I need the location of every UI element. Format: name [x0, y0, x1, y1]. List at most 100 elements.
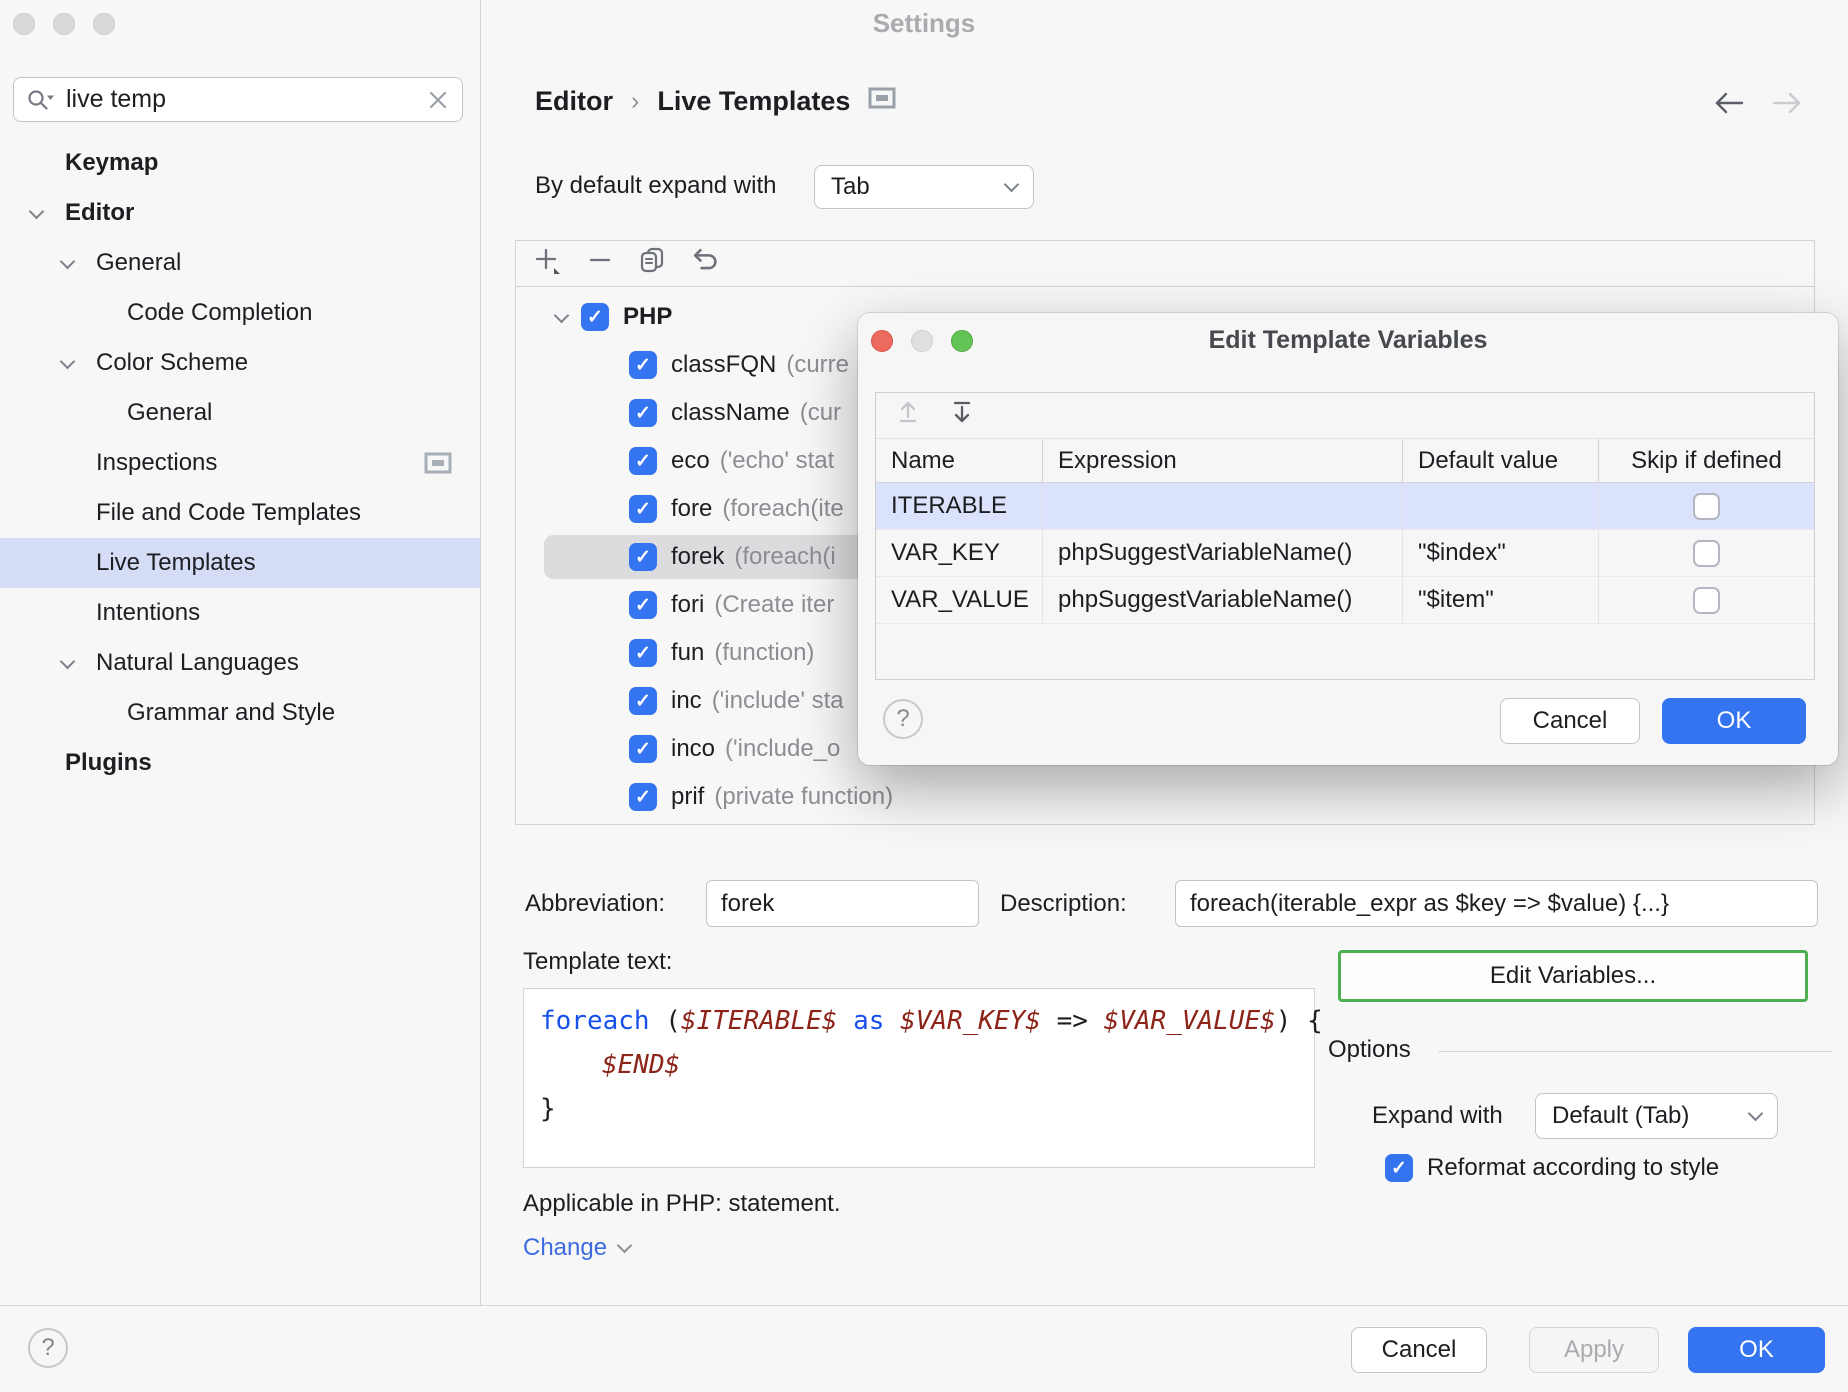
breadcrumb-editor[interactable]: Editor — [535, 86, 613, 117]
restore-defaults-icon[interactable] — [690, 246, 720, 281]
checkbox-checked[interactable] — [629, 543, 657, 571]
applicable-text: Applicable in PHP: statement. — [523, 1190, 841, 1218]
table-header-row: Name Expression Default value Skip if de… — [876, 439, 1814, 483]
sidebar-item-color-scheme-general[interactable]: General — [0, 388, 480, 438]
duplicate-template-icon[interactable] — [638, 246, 666, 281]
checkbox-checked[interactable] — [629, 639, 657, 667]
checkbox-unchecked[interactable] — [1693, 587, 1720, 614]
edit-template-variables-dialog: Edit Template Variables Name Expression … — [858, 313, 1838, 765]
chevron-down-icon — [617, 1238, 633, 1254]
table-row-var-value[interactable]: VAR_VALUE phpSuggestVariableName() "$ite… — [876, 577, 1814, 624]
breadcrumb-separator: › — [631, 87, 639, 116]
chevron-down-icon — [1004, 177, 1020, 193]
history-nav — [1712, 88, 1804, 125]
template-row-prif[interactable]: prif(private function) — [516, 773, 1814, 821]
help-button[interactable]: ? — [28, 1328, 68, 1368]
dialog-ok-button[interactable]: OK — [1662, 698, 1806, 744]
code-line-2: $END$ — [540, 1043, 1298, 1087]
chevron-down-icon[interactable] — [60, 254, 76, 270]
window-title: Settings — [0, 8, 1848, 39]
template-text-editor[interactable]: foreach ($ITERABLE$ as $VAR_KEY$ => $VAR… — [523, 988, 1315, 1168]
chevron-down-icon[interactable] — [60, 654, 76, 670]
checkbox-unchecked[interactable] — [1693, 493, 1720, 520]
checkbox-checked[interactable] — [581, 303, 609, 331]
description-input[interactable]: foreach(iterable_expr as $key => $value)… — [1175, 880, 1818, 927]
move-down-icon[interactable] — [948, 398, 976, 433]
default-expand-select[interactable]: Tab — [814, 165, 1034, 209]
expand-with-select[interactable]: Default (Tab) — [1535, 1093, 1778, 1139]
footer-divider — [0, 1305, 1848, 1306]
sidebar-item-live-templates[interactable]: Live Templates — [0, 538, 480, 588]
screen-icon — [424, 451, 452, 482]
checkbox-checked[interactable] — [629, 591, 657, 619]
default-expand-label: By default expand with — [535, 172, 777, 200]
code-line-3: } — [540, 1087, 1298, 1131]
sidebar-item-natural-languages[interactable]: Natural Languages — [0, 638, 480, 688]
reformat-option: Reformat according to style — [1385, 1154, 1719, 1182]
chevron-down-icon[interactable] — [29, 204, 45, 220]
dialog-title: Edit Template Variables — [858, 326, 1838, 355]
col-header-skip-if-defined[interactable]: Skip if defined — [1599, 439, 1814, 483]
sidebar-item-intentions[interactable]: Intentions — [0, 588, 480, 638]
table-row-iterable[interactable]: ITERABLE — [876, 483, 1814, 530]
change-link-row: Change — [523, 1234, 630, 1262]
chevron-down-icon[interactable] — [60, 354, 76, 370]
search-input[interactable] — [66, 85, 426, 114]
dialog-help-button[interactable]: ? — [883, 699, 923, 739]
options-title: Options — [1328, 1036, 1411, 1064]
move-up-icon[interactable] — [894, 398, 922, 433]
sidebar-item-inspections[interactable]: Inspections — [0, 438, 480, 488]
col-header-default-value[interactable]: Default value — [1403, 439, 1599, 483]
checkbox-unchecked[interactable] — [1693, 540, 1720, 567]
cancel-button[interactable]: Cancel — [1351, 1327, 1487, 1373]
ok-button[interactable]: OK — [1688, 1327, 1825, 1373]
search-icon — [26, 87, 56, 113]
chevron-down-icon — [1748, 1106, 1764, 1122]
variables-table: Name Expression Default value Skip if de… — [875, 392, 1815, 680]
settings-search-field[interactable] — [13, 77, 463, 122]
col-header-name[interactable]: Name — [876, 439, 1043, 483]
checkbox-checked[interactable] — [629, 495, 657, 523]
checkbox-checked[interactable] — [629, 399, 657, 427]
checkbox-checked[interactable] — [629, 447, 657, 475]
sidebar-item-general[interactable]: General — [0, 238, 480, 288]
reformat-label: Reformat according to style — [1427, 1154, 1719, 1182]
breadcrumb-live-templates: Live Templates — [657, 86, 850, 117]
template-text-label: Template text: — [523, 948, 672, 976]
back-arrow-icon[interactable] — [1712, 88, 1746, 125]
clear-search-icon[interactable] — [426, 88, 450, 112]
sidebar-item-keymap[interactable]: Keymap — [0, 138, 480, 188]
sidebar-item-grammar-and-style[interactable]: Grammar and Style — [0, 688, 480, 738]
sidebar-item-file-and-code-templates[interactable]: File and Code Templates — [0, 488, 480, 538]
sidebar-item-code-completion[interactable]: Code Completion — [0, 288, 480, 338]
change-link[interactable]: Change — [523, 1234, 607, 1262]
checkbox-checked[interactable] — [629, 687, 657, 715]
screen-icon — [868, 86, 896, 117]
description-label: Description: — [1000, 890, 1127, 918]
checkbox-checked[interactable] — [629, 735, 657, 763]
checkbox-checked[interactable] — [629, 783, 657, 811]
checkbox-checked[interactable] — [1385, 1154, 1413, 1182]
edit-variables-button[interactable]: Edit Variables... — [1338, 950, 1808, 1002]
options-divider — [1438, 1051, 1832, 1052]
breadcrumb: Editor › Live Templates — [535, 86, 896, 117]
sidebar-item-color-scheme[interactable]: Color Scheme — [0, 338, 480, 388]
dialog-cancel-button[interactable]: Cancel — [1500, 698, 1640, 744]
abbreviation-label: Abbreviation: — [525, 890, 665, 918]
checkbox-checked[interactable] — [629, 351, 657, 379]
settings-tree: Keymap Editor General Code Completion Co… — [0, 138, 480, 788]
sidebar-divider — [480, 0, 481, 1305]
chevron-down-icon[interactable] — [554, 307, 570, 323]
col-header-expression[interactable]: Expression — [1043, 439, 1403, 483]
apply-button[interactable]: Apply — [1529, 1327, 1659, 1373]
table-row-var-key[interactable]: VAR_KEY phpSuggestVariableName() "$index… — [876, 530, 1814, 577]
forward-arrow-icon[interactable] — [1770, 88, 1804, 125]
list-toolbar — [516, 241, 1814, 287]
add-template-icon[interactable] — [532, 245, 562, 282]
remove-template-icon[interactable] — [586, 246, 614, 281]
sidebar-item-plugins[interactable]: Plugins — [0, 738, 480, 788]
table-toolbar — [876, 393, 1814, 439]
expand-with-label: Expand with — [1372, 1102, 1503, 1130]
sidebar-item-editor[interactable]: Editor — [0, 188, 480, 238]
abbreviation-input[interactable]: forek — [706, 880, 979, 927]
